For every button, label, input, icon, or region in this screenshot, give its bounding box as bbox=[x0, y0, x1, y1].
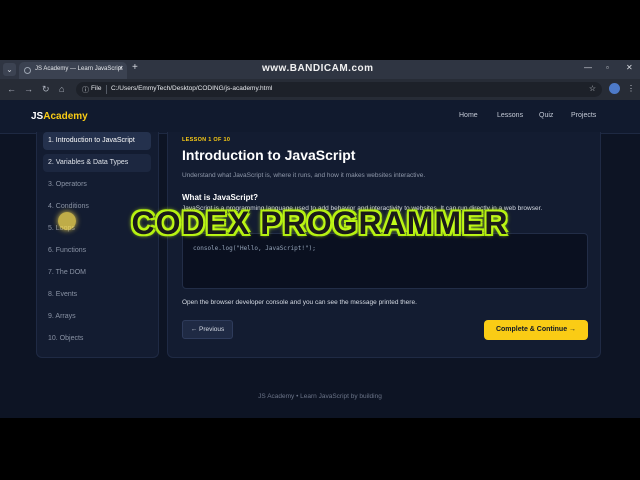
extension-icon[interactable] bbox=[609, 83, 620, 94]
lesson-card: LESSON 1 OF 10 Introduction to JavaScrip… bbox=[167, 132, 601, 358]
nav-lessons[interactable]: Lessons bbox=[497, 112, 523, 119]
sidebar-item-introduction[interactable]: 1. Introduction to JavaScript bbox=[43, 132, 151, 150]
recorder-watermark: www.BANDICAM.com bbox=[262, 63, 374, 74]
address-divider bbox=[106, 85, 107, 94]
nav-quiz[interactable]: Quiz bbox=[539, 112, 553, 119]
tab-search-button[interactable]: ⌄ bbox=[3, 63, 16, 76]
lesson-progress-tag: LESSON 1 OF 10 bbox=[182, 137, 231, 143]
sidebar-item-events[interactable]: 8. Events bbox=[43, 286, 151, 304]
section-heading: What is JavaScript? bbox=[182, 193, 259, 202]
channel-overlay-text: CODEX PROGRAMMER bbox=[131, 205, 509, 241]
site-logo[interactable]: JSAcademy bbox=[31, 111, 88, 122]
sidebar-item-label: 7. The DOM bbox=[48, 269, 86, 276]
sidebar-item-arrays[interactable]: 9. Arrays bbox=[43, 308, 151, 326]
lesson-title: Introduction to JavaScript bbox=[182, 147, 356, 163]
sidebar-item-label: 1. Introduction to JavaScript bbox=[48, 137, 135, 144]
globe-icon bbox=[24, 67, 31, 74]
nav-home[interactable]: Home bbox=[459, 112, 478, 119]
new-tab-button[interactable]: + bbox=[132, 62, 138, 73]
home-button[interactable]: ⌂ bbox=[59, 84, 64, 94]
address-bar[interactable]: ⓘ File C:/Users/EmmyTech/Desktop/CODING/… bbox=[76, 82, 602, 97]
close-tab-icon[interactable]: × bbox=[119, 65, 123, 72]
code-line: console.log("Hello, JavaScript!"); bbox=[193, 245, 316, 252]
back-button[interactable]: ← bbox=[7, 84, 16, 94]
sidebar-item-dom[interactable]: 7. The DOM bbox=[43, 264, 151, 282]
tab-title: JS Academy — Learn JavaScript bbox=[35, 66, 123, 72]
nav-projects[interactable]: Projects bbox=[571, 112, 596, 119]
lesson-sidebar: 1. Introduction to JavaScript 2. Variabl… bbox=[36, 132, 159, 358]
sidebar-item-operators[interactable]: 3. Operators bbox=[43, 176, 151, 194]
previous-button[interactable]: ← Previous bbox=[182, 320, 233, 339]
close-window-button[interactable]: ✕ bbox=[626, 63, 633, 72]
lesson-subtitle: Understand what JavaScript is, where it … bbox=[182, 172, 426, 179]
sidebar-item-functions[interactable]: 6. Functions bbox=[43, 242, 151, 260]
sidebar-item-label: 10. Objects bbox=[48, 335, 84, 342]
site-footer: JS Academy • Learn JavaScript by buildin… bbox=[258, 393, 382, 400]
sidebar-item-label: 8. Events bbox=[48, 291, 78, 298]
address-scheme: File bbox=[91, 85, 102, 92]
forward-button[interactable]: → bbox=[24, 84, 33, 94]
browser-tabbar: ⌄ JS Academy — Learn JavaScript × + www.… bbox=[0, 60, 640, 79]
browser-toolbar: ← → ↻ ⌂ ⓘ File C:/Users/EmmyTech/Desktop… bbox=[0, 79, 640, 100]
sidebar-item-label: 9. Arrays bbox=[48, 313, 76, 320]
info-icon[interactable]: ⓘ bbox=[82, 85, 89, 95]
logo-accent: Academy bbox=[43, 111, 88, 122]
sidebar-item-objects[interactable]: 10. Objects bbox=[43, 330, 151, 348]
sidebar-item-variables[interactable]: 2. Variables & Data Types bbox=[43, 154, 151, 172]
bookmark-star-icon[interactable]: ☆ bbox=[589, 84, 596, 93]
sidebar-item-label: 3. Operators bbox=[48, 181, 87, 188]
minimize-button[interactable]: — bbox=[584, 63, 592, 72]
screen-frame: ⌄ JS Academy — Learn JavaScript × + www.… bbox=[0, 60, 640, 418]
site-header: JSAcademy Home Lessons Quiz Projects bbox=[0, 100, 640, 134]
browser-tab[interactable]: JS Academy — Learn JavaScript × bbox=[19, 62, 127, 79]
console-note: Open the browser developer console and y… bbox=[182, 299, 417, 306]
sidebar-item-label: 6. Functions bbox=[48, 247, 87, 254]
complete-continue-button[interactable]: Complete & Continue → bbox=[484, 320, 588, 340]
reload-button[interactable]: ↻ bbox=[42, 84, 50, 95]
browser-menu-icon[interactable]: ⋮ bbox=[627, 84, 635, 93]
maximize-button[interactable]: ▫ bbox=[606, 63, 609, 72]
sidebar-item-label: 2. Variables & Data Types bbox=[48, 159, 129, 166]
logo-prefix: JS bbox=[31, 111, 44, 122]
address-url[interactable]: C:/Users/EmmyTech/Desktop/CODING/js-acad… bbox=[111, 85, 272, 92]
